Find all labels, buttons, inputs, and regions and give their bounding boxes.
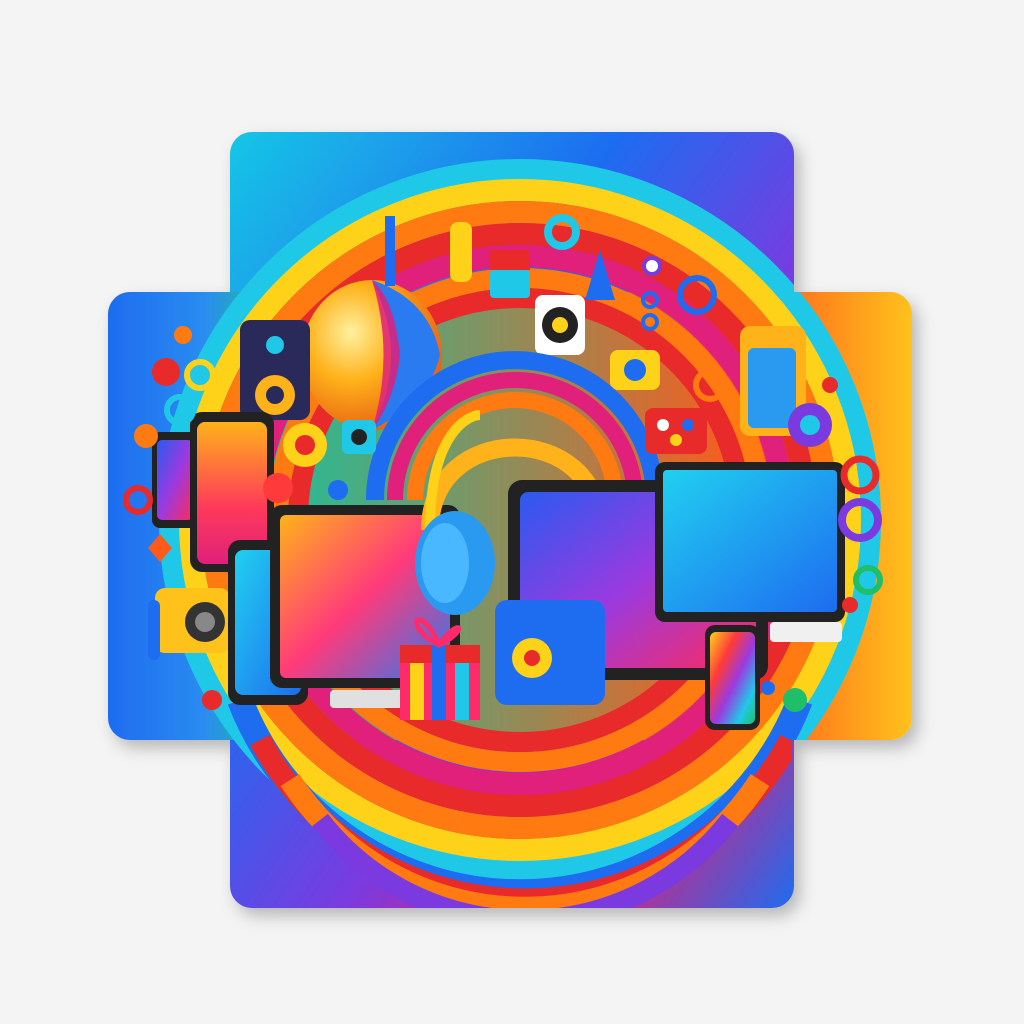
- gadgets-illustration: [108, 132, 912, 908]
- speaker: [240, 320, 310, 420]
- camera: [148, 588, 230, 660]
- monitor: [655, 462, 845, 642]
- smartphone-rainbow: [705, 625, 760, 730]
- smartphone-center: [495, 600, 605, 705]
- round-speaker: [535, 295, 585, 355]
